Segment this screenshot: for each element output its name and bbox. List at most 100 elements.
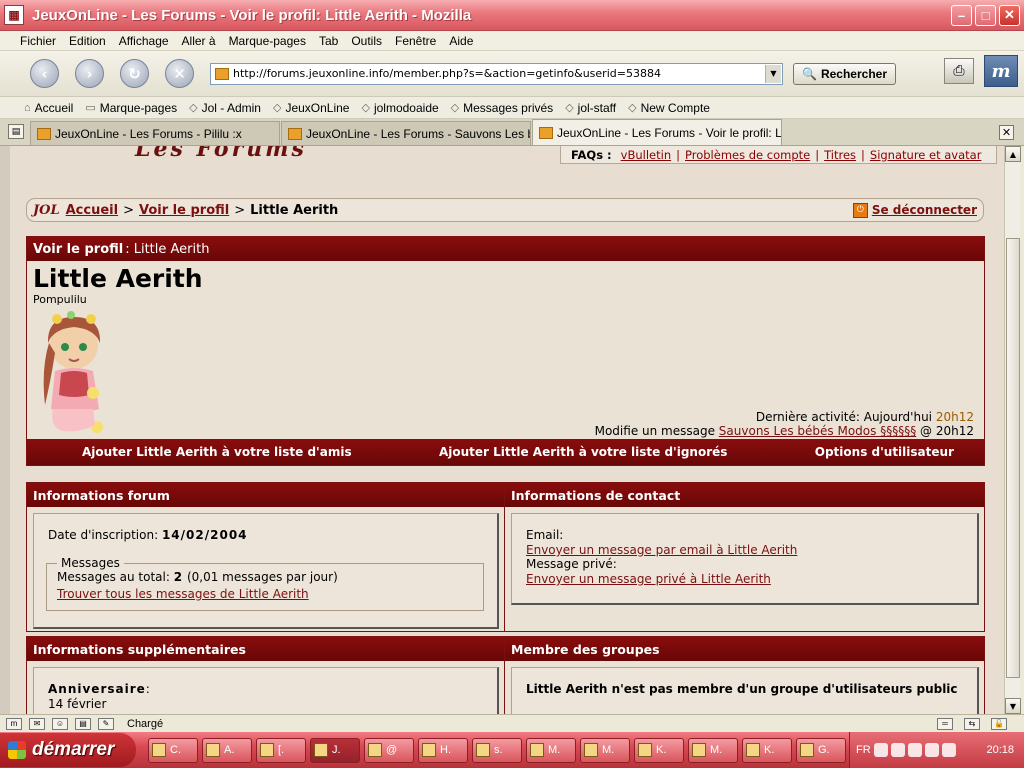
url-bar[interactable]: http://forums.jeuxonline.info/member.php… [210, 62, 783, 85]
bookmark-marque-pages[interactable]: ▭ Marque-pages [85, 101, 177, 115]
tray-app-icon[interactable] [941, 743, 956, 757]
url-text[interactable]: http://forums.jeuxonline.info/member.php… [233, 67, 765, 80]
folder-icon: ▭ [85, 102, 96, 114]
scroll-thumb[interactable] [1006, 238, 1020, 678]
volume-icon[interactable] [924, 743, 939, 757]
forum-logo[interactable]: Les Forums [135, 146, 307, 162]
send-pm-link[interactable]: Envoyer un message privé à Little Aerith [526, 572, 977, 586]
back-icon[interactable]: ‹ [30, 59, 59, 88]
menu-aller-a[interactable]: Aller à [182, 34, 216, 48]
join-date-line: Date d'inscription: 14/02/2004 [48, 528, 248, 543]
taskbar-item[interactable]: M. [580, 737, 630, 763]
menu-fenetre[interactable]: Fenêtre [395, 34, 436, 48]
forum-info-header: Informations forum [27, 483, 504, 507]
chat-icon[interactable]: ☺ [52, 717, 68, 730]
close-icon[interactable]: ✕ [999, 4, 1020, 26]
bookmark-jol-admin[interactable]: ◇ Jol - Admin [189, 101, 261, 115]
taskbar-item[interactable]: H. [418, 737, 468, 763]
network-icon[interactable] [907, 743, 922, 757]
address-book-icon[interactable]: ✎ [98, 717, 114, 730]
bookmark-jolmodoaide[interactable]: ◇ jolmodoaide [361, 101, 438, 115]
menu-outils[interactable]: Outils [351, 34, 382, 48]
faq-link-titres[interactable]: Titres [824, 148, 856, 162]
tab-pililu[interactable]: JeuxOnLine - Les Forums - Pililu :x [30, 121, 280, 145]
mozilla-throbber-icon[interactable]: m [984, 55, 1018, 87]
mail-icon[interactable]: ✉ [29, 717, 45, 730]
forward-icon[interactable]: › [75, 59, 104, 88]
windows-taskbar: démarrer C. A. [. J. @ H. s. M. M. K. M.… [0, 732, 1024, 768]
minimize-icon[interactable]: – [951, 4, 972, 26]
taskbar-item[interactable]: M. [526, 737, 576, 763]
faq-link-signature[interactable]: Signature et avatar [870, 148, 982, 162]
search-button[interactable]: 🔍 Rechercher [793, 62, 896, 85]
close-tab-icon[interactable]: ✕ [999, 125, 1014, 140]
reload-icon[interactable]: ↻ [120, 59, 149, 88]
mozilla-status-icon[interactable]: m [6, 717, 22, 730]
add-friend-button[interactable]: Ajouter Little Aerith à votre liste d'am… [82, 445, 352, 459]
window-title: JeuxOnLine - Les Forums - Voir le profil… [32, 6, 472, 24]
taskbar-item[interactable]: G. [796, 737, 846, 763]
taskbar-item[interactable]: @ [364, 737, 414, 763]
last-activity-time: 20h12 [935, 410, 974, 424]
menu-tab[interactable]: Tab [319, 34, 338, 48]
taskbar-item[interactable]: A. [202, 737, 252, 763]
connection-icon[interactable]: ⇆ [964, 717, 980, 730]
taskbar-item-active[interactable]: J. [310, 737, 360, 763]
bookmark-new-compte[interactable]: ◇ New Compte [628, 101, 710, 115]
page-scrollbar[interactable]: ▲ ▼ [1004, 146, 1021, 714]
menu-fichier[interactable]: Fichier [20, 34, 56, 48]
logout-link[interactable]: Se déconnecter [872, 203, 977, 217]
scroll-down-icon[interactable]: ▼ [1005, 698, 1021, 714]
logout-icon[interactable]: ⏻ [852, 202, 868, 218]
last-action-thread-link[interactable]: Sauvons Les bébés Modos §§§§§§ [719, 424, 916, 438]
scroll-up-icon[interactable]: ▲ [1005, 146, 1021, 162]
logout-area: ⏻ Se déconnecter [852, 201, 977, 219]
faq-link-problemes[interactable]: Problèmes de compte [685, 148, 810, 162]
faq-separator: | [676, 147, 680, 162]
menu-aide[interactable]: Aide [449, 34, 473, 48]
taskbar-item[interactable]: s. [472, 737, 522, 763]
bookmark-jeuxonline[interactable]: ◇ JeuxOnLine [273, 101, 350, 115]
start-button[interactable]: démarrer [0, 733, 136, 767]
menu-edition[interactable]: Edition [69, 34, 106, 48]
stop-icon[interactable]: ✕ [165, 59, 194, 88]
breadcrumb-home-link[interactable]: Accueil [66, 203, 118, 218]
faq-separator: | [815, 147, 820, 162]
tab-sauvons[interactable]: JeuxOnLine - Les Forums - Sauvons Les bé… [281, 121, 531, 145]
taskbar-item[interactable]: K. [742, 737, 792, 763]
maximize-icon[interactable]: □ [975, 4, 996, 26]
language-indicator[interactable]: FR [856, 744, 871, 756]
find-all-messages-link[interactable]: Trouver tous les messages de Little Aeri… [57, 587, 473, 601]
faq-link-vbulletin[interactable]: vBulletin [621, 148, 671, 162]
home-icon: ⌂ [24, 101, 31, 114]
taskbar-item-label: K. [764, 744, 775, 756]
user-options-button[interactable]: Options d'utilisateur [815, 445, 954, 459]
send-email-link[interactable]: Envoyer un message par email à Little Ae… [526, 543, 977, 557]
bookmark-accueil[interactable]: ⌂ Accueil [24, 101, 73, 115]
taskbar-item[interactable]: M. [688, 737, 738, 763]
print-icon[interactable]: ⎙ [944, 58, 974, 84]
url-dropdown-icon[interactable]: ▼ [765, 64, 781, 83]
tray-app-icon[interactable] [890, 743, 905, 757]
join-date-value: 14/02/2004 [161, 528, 248, 542]
taskbar-item[interactable]: [. [256, 737, 306, 763]
clock[interactable]: 20:18 [986, 744, 1014, 756]
taskbar-item[interactable]: K. [634, 737, 684, 763]
browser-app-icon[interactable]: ▦ [4, 5, 24, 25]
taskbar-item[interactable]: C. [148, 737, 198, 763]
breadcrumb-profile-link[interactable]: Voir le profil [139, 203, 229, 218]
tray-arrow-icon[interactable] [873, 743, 888, 757]
jol-logo[interactable]: JOL [33, 203, 60, 218]
composer-icon[interactable]: ▤ [75, 717, 91, 730]
search-button-label: Rechercher [820, 66, 887, 81]
bookmark-jol-staff[interactable]: ◇ jol-staff [565, 101, 616, 115]
bookmark-messages-prives[interactable]: ◇ Messages privés [451, 101, 554, 115]
tab-voir-profil[interactable]: JeuxOnLine - Les Forums - Voir le profil… [532, 119, 782, 145]
new-tab-icon[interactable]: ▤ [8, 124, 24, 139]
messages-total-value: 2 [173, 570, 184, 584]
add-ignore-button[interactable]: Ajouter Little Aerith à votre liste d'ig… [439, 445, 727, 459]
lock-icon[interactable]: 🔓 [991, 717, 1007, 730]
menu-marque-pages[interactable]: Marque-pages [229, 34, 306, 48]
status-right-icons: ═ ⇆ 🔓 [937, 717, 1014, 730]
menu-affichage[interactable]: Affichage [119, 34, 169, 48]
